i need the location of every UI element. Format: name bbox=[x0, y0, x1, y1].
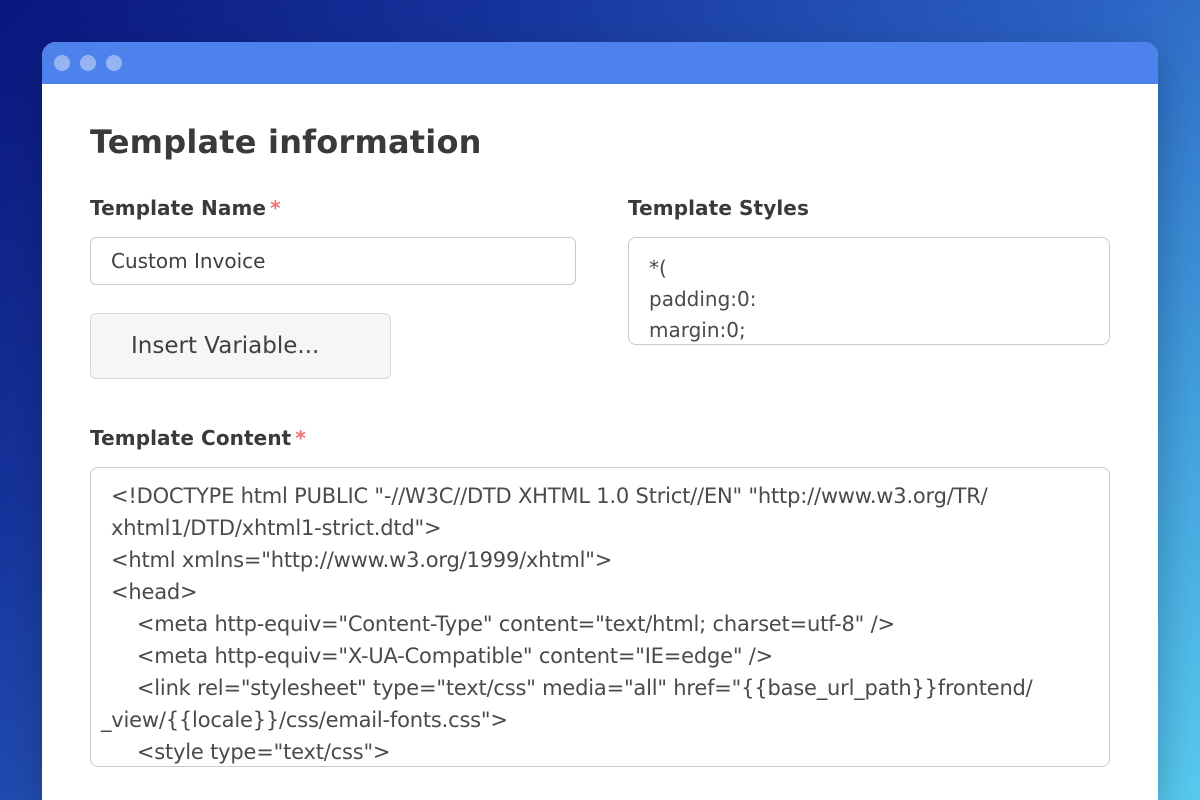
content-code-line: <meta http-equiv="Content-Type" content=… bbox=[111, 608, 1091, 640]
insert-variable-button[interactable]: Insert Variable... bbox=[90, 313, 391, 379]
window-dot-icon[interactable] bbox=[106, 55, 122, 71]
page-title: Template information bbox=[90, 124, 1110, 160]
template-content-textarea[interactable]: <!DOCTYPE html PUBLIC "-//W3C//DTD XHTML… bbox=[90, 467, 1110, 767]
content-code-line: <link rel="stylesheet" type="text/css" m… bbox=[111, 672, 1091, 704]
template-styles-label: Template Styles bbox=[628, 197, 1110, 219]
template-styles-textarea[interactable]: *( padding:0: margin:0; bbox=[628, 237, 1110, 345]
content-code-line: <html xmlns="http://www.w3.org/1999/xhtm… bbox=[111, 544, 1091, 576]
content-code-line: xhtml1/DTD/xhtml1-strict.dtd"> bbox=[111, 512, 1091, 544]
template-name-column: Template Name* Insert Variable... bbox=[90, 197, 576, 379]
form-top-row: Template Name* Insert Variable... Templa… bbox=[90, 197, 1110, 379]
template-name-input[interactable] bbox=[90, 237, 576, 285]
template-content-label: Template Content* bbox=[90, 427, 1110, 449]
styles-line: padding:0: bbox=[649, 284, 1089, 315]
template-name-label-text: Template Name bbox=[90, 196, 266, 220]
template-styles-column: Template Styles *( padding:0: margin:0; bbox=[628, 197, 1110, 345]
window-titlebar bbox=[42, 42, 1158, 84]
content-code-line: <head> bbox=[111, 576, 1091, 608]
required-asterisk: * bbox=[295, 426, 306, 450]
content-code-line: <style type="text/css"> bbox=[111, 736, 1091, 767]
required-asterisk: * bbox=[270, 196, 281, 220]
content-code-line: <!DOCTYPE html PUBLIC "-//W3C//DTD XHTML… bbox=[111, 480, 1091, 512]
app-window: Template information Template Name* Inse… bbox=[42, 42, 1158, 800]
styles-line: margin:0; bbox=[649, 315, 1089, 345]
window-dot-icon[interactable] bbox=[54, 55, 70, 71]
template-content-label-text: Template Content bbox=[90, 426, 291, 450]
content-code-line: <meta http-equiv="X-UA-Compatible" conte… bbox=[111, 640, 1091, 672]
styles-line: *( bbox=[649, 253, 1089, 284]
window-dot-icon[interactable] bbox=[80, 55, 96, 71]
template-name-label: Template Name* bbox=[90, 197, 576, 219]
form-panel: Template information Template Name* Inse… bbox=[42, 84, 1158, 800]
content-code-line: _view/{{locale}}/css/email-fonts.css"> bbox=[101, 704, 1091, 736]
